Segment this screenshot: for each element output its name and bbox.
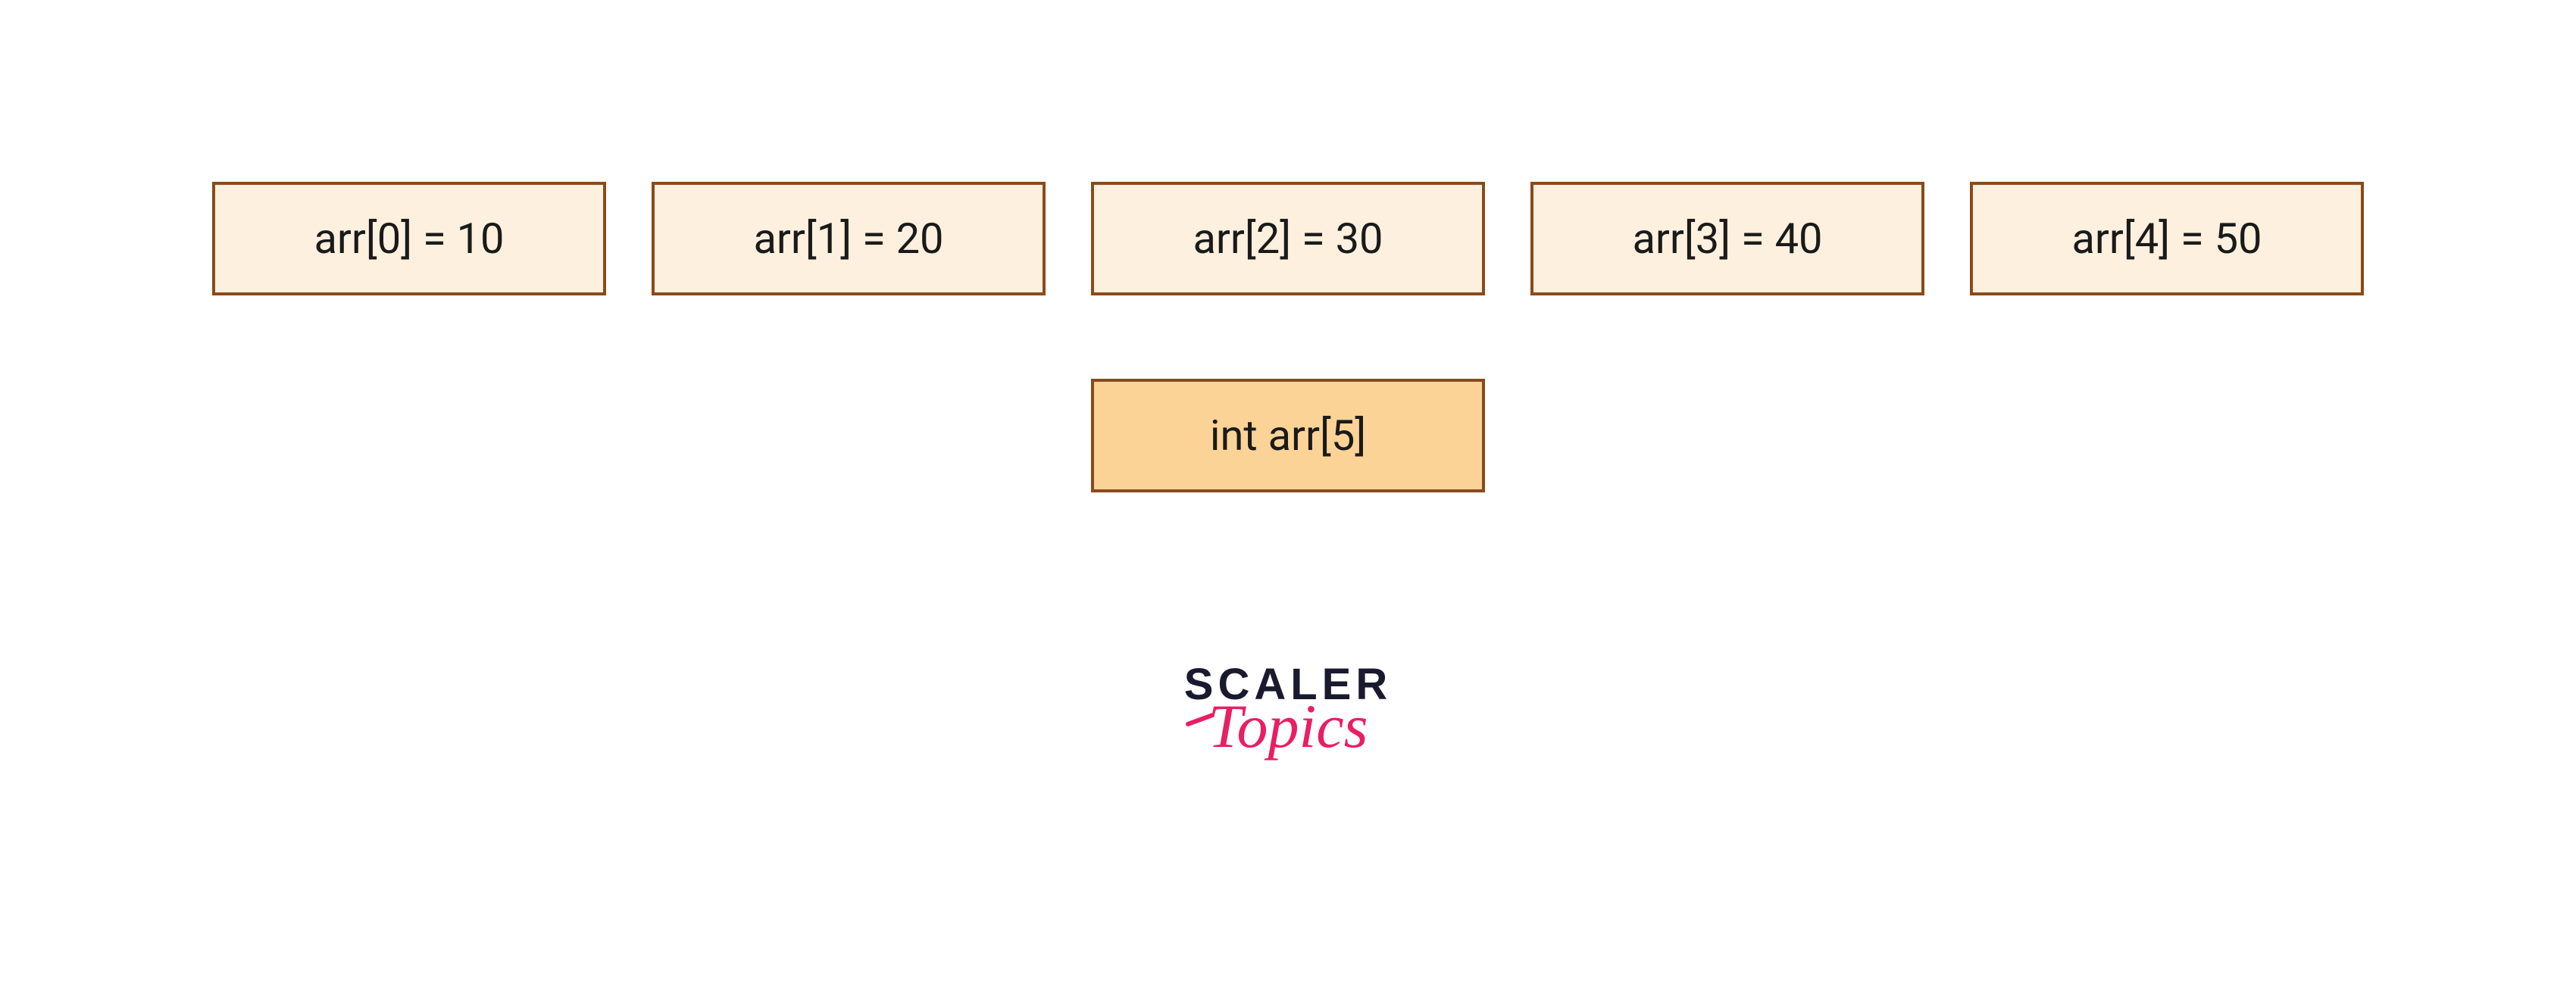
array-cell-2: arr[2] = 30	[1091, 182, 1485, 295]
array-cell-1: arr[1] = 20	[652, 182, 1046, 295]
scaler-topics-logo: SCALER Topics	[1184, 659, 1392, 762]
logo-text-topics: Topics	[1208, 691, 1368, 762]
array-declaration: int arr[5]	[1091, 379, 1485, 492]
diagram-container: arr[0] = 10 arr[1] = 20 arr[2] = 30 arr[…	[0, 0, 2576, 1006]
array-row: arr[0] = 10 arr[1] = 20 arr[2] = 30 arr[…	[212, 182, 2364, 295]
array-cell-4: arr[4] = 50	[1970, 182, 2364, 295]
array-cell-0: arr[0] = 10	[212, 182, 606, 295]
array-cell-3: arr[3] = 40	[1530, 182, 1924, 295]
